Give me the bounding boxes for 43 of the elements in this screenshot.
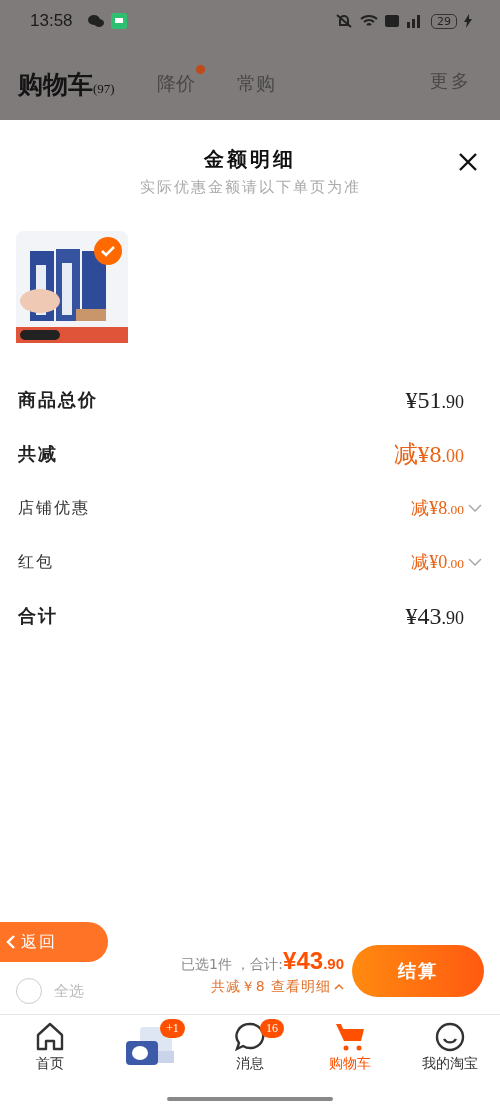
amount-value: 减¥8.00 <box>411 497 464 520</box>
amount-value: ¥51.90 <box>405 386 464 414</box>
amount-value: 减¥8.00 <box>393 440 464 469</box>
caret-up-icon[interactable] <box>334 983 344 990</box>
row-label: 商品总价 <box>18 388 99 412</box>
checkout-button[interactable]: 结算 <box>352 945 484 997</box>
charging-icon <box>464 14 472 28</box>
sheet-subtitle: 实际优惠金额请以下单页为准 <box>139 178 361 197</box>
sheet-title: 金额明细 <box>204 146 296 173</box>
header-tab[interactable]: 购物车(97) <box>18 61 125 101</box>
tab-bar-item[interactable]: 购物车 <box>300 1021 400 1073</box>
battery-indicator: 29 <box>431 13 457 29</box>
home-icon <box>34 1021 66 1053</box>
count-badge: 16 <box>260 1019 284 1038</box>
cart-icon <box>334 1021 366 1053</box>
smile-icon <box>434 1021 466 1053</box>
chevron-down-icon[interactable] <box>468 558 482 566</box>
check-icon[interactable] <box>94 237 122 265</box>
wifi-icon <box>360 14 378 28</box>
chat-app-icon <box>87 14 104 28</box>
back-button[interactable]: 返回 <box>0 922 108 962</box>
total-price: ¥43.90 <box>283 946 344 975</box>
chevron-down-icon[interactable] <box>468 504 482 512</box>
chat-bubble-icon <box>234 1021 266 1053</box>
select-all-label: 全选 <box>54 981 84 1001</box>
row-label: 合计 <box>18 604 59 628</box>
row-label: 共减 <box>18 442 59 466</box>
mute-icon <box>335 13 353 29</box>
row-label: 红包 <box>18 551 55 573</box>
tab-bar-item[interactable]: 16 消息 <box>200 1021 300 1073</box>
tab-bar-item[interactable]: 首页 <box>0 1021 100 1073</box>
chevron-left-icon <box>6 935 16 949</box>
selected-summary: 已选1件 ，合计: <box>181 955 284 974</box>
tab-bar-item[interactable]: 我的淘宝 <box>400 1021 500 1073</box>
status-time: 13:58 <box>30 11 73 31</box>
amount-value: 减¥0.00 <box>411 551 464 574</box>
discount-details-link[interactable]: 共减￥8 查看明细 <box>210 977 331 996</box>
amount-value: ¥43.90 <box>405 602 464 630</box>
tab-bar-item[interactable]: +1 <box>100 1021 200 1069</box>
close-icon[interactable] <box>458 152 478 172</box>
message-app-icon <box>110 13 127 29</box>
count-badge: +1 <box>160 1019 185 1038</box>
row-label: 店铺优惠 <box>18 497 91 519</box>
